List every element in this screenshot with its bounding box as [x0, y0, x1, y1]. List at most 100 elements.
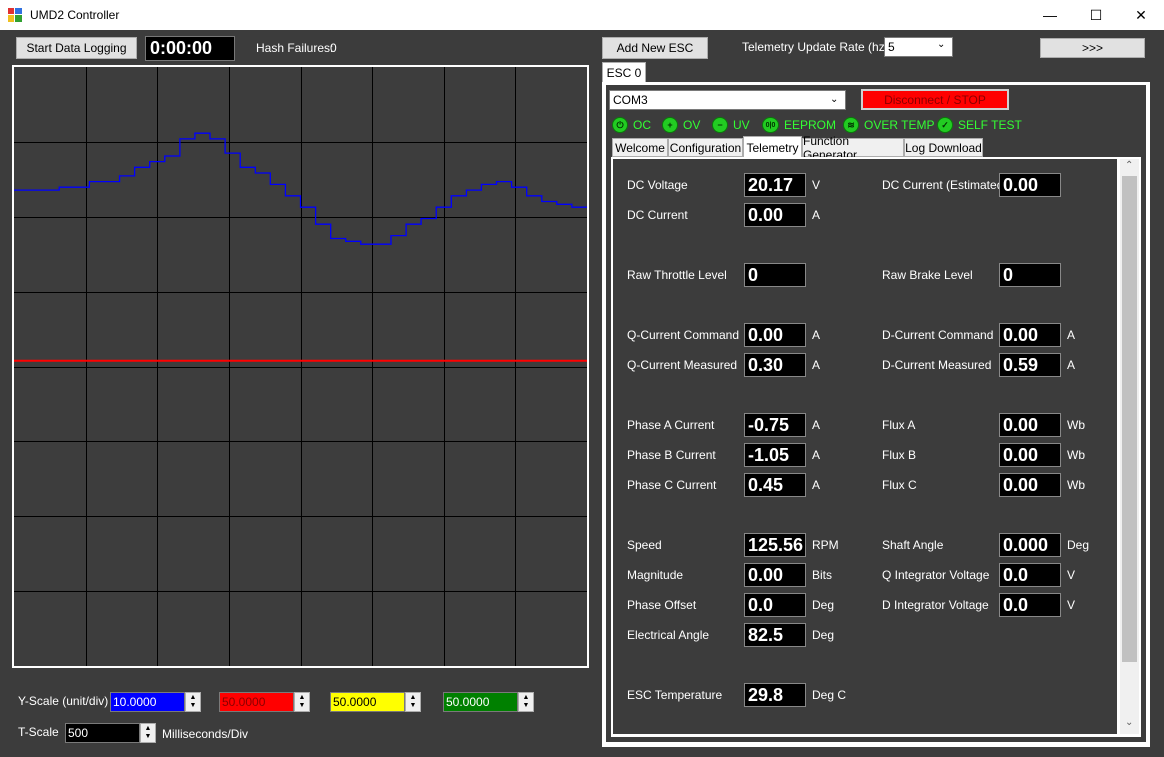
esc-temperature-unit: Deg C — [812, 688, 847, 702]
q-current-command-value: 0.00 — [744, 323, 806, 347]
spinner-icon[interactable]: ▲ ▼ — [405, 692, 421, 712]
speed-unit: RPM — [812, 538, 839, 552]
tab-log-download[interactable]: Log Download — [904, 138, 983, 157]
binary-icon: 0|0 — [762, 117, 779, 133]
yscale-input-1[interactable]: 10.0000 — [110, 692, 185, 712]
flux-c-label: Flux C — [882, 478, 917, 492]
raw-throttle-value: 0 — [744, 263, 806, 287]
dc-voltage-unit: V — [812, 178, 821, 192]
status-self-test: ✓ SELF TEST — [937, 116, 1022, 134]
flux-b-unit: Wb — [1067, 448, 1085, 462]
scroll-down-icon[interactable]: ⌄ — [1125, 717, 1133, 728]
logging-timer: 0:00:00 — [145, 36, 235, 61]
magnitude-value: 0.00 — [744, 563, 806, 587]
q-current-measured-unit: A — [812, 358, 821, 372]
esc-temperature-label: ESC Temperature — [627, 688, 723, 702]
q-current-command-unit: A — [812, 328, 821, 342]
title-bar: UMD2 Controller — ☐ ✕ — [0, 0, 1164, 30]
telemetry-rate-label: Telemetry Update Rate (hz): — [742, 40, 893, 54]
status-label: EEPROM — [784, 118, 837, 132]
d-current-measured-unit: A — [1067, 358, 1076, 372]
q-integrator-voltage-unit: V — [1067, 568, 1076, 582]
spinner-icon[interactable]: ▲ ▼ — [140, 723, 156, 743]
telemetry-rate-select[interactable]: 5 ⌄ — [884, 37, 953, 57]
status-eeprom: 0|0 EEPROM — [762, 116, 836, 134]
yscale-channel-1[interactable]: 10.0000 ▲ ▼ — [110, 692, 201, 712]
spinner-icon[interactable]: ▲ ▼ — [518, 692, 534, 712]
phase-c-current-value: 0.45 — [744, 473, 806, 497]
status-oc: ⏻ OC — [612, 116, 651, 134]
series-line-1 — [14, 132, 587, 245]
scroll-up-icon[interactable]: ⌃ — [1125, 160, 1133, 171]
dc-current-estimated-label: DC Current (Estimated) — [882, 178, 1008, 192]
d-current-measured-label: D-Current Measured — [882, 358, 992, 372]
chevron-down-icon: ⌄ — [830, 94, 839, 105]
shaft-angle-unit: Deg — [1067, 538, 1090, 552]
magnitude-label: Magnitude — [627, 568, 684, 582]
tab-telemetry[interactable]: Telemetry — [743, 136, 802, 158]
tscale-control[interactable]: 500 ▲ ▼ — [65, 723, 156, 743]
dc-current-value: 0.00 — [744, 203, 806, 227]
tscale-label: T-Scale — [18, 725, 59, 739]
flux-b-value: 0.00 — [999, 443, 1061, 467]
status-label: SELF TEST — [958, 118, 1022, 132]
yscale-input-3[interactable]: 50.0000 — [330, 692, 405, 712]
yscale-input-4[interactable]: 50.0000 — [443, 692, 518, 712]
tab-configuration[interactable]: Configuration — [668, 138, 743, 157]
spinner-icon[interactable]: ▲ ▼ — [185, 692, 201, 712]
tscale-unit: Milliseconds/Div — [162, 727, 249, 741]
raw-brake-label: Raw Brake Level — [882, 268, 973, 282]
d-integrator-voltage-label: D Integrator Voltage — [882, 598, 989, 612]
phase-c-current-unit: A — [812, 478, 821, 492]
telemetry-chart — [12, 65, 589, 668]
speed-value: 125.56 — [744, 533, 806, 557]
flux-a-value: 0.00 — [999, 413, 1061, 437]
status-ov: + OV — [662, 116, 700, 134]
maximize-button[interactable]: ☐ — [1073, 0, 1119, 30]
tscale-input[interactable]: 500 — [65, 723, 140, 743]
scrollbar-thumb[interactable] — [1122, 176, 1137, 662]
spinner-icon[interactable]: ▲ ▼ — [294, 692, 310, 712]
minimize-icon: — — [1043, 7, 1057, 23]
d-integrator-voltage-value: 0.0 — [999, 593, 1061, 617]
close-button[interactable]: ✕ — [1118, 0, 1164, 30]
dc-current-unit: A — [812, 208, 821, 222]
d-current-measured-value: 0.59 — [999, 353, 1061, 377]
yscale-channel-2[interactable]: 50.0000 ▲ ▼ — [219, 692, 310, 712]
speed-label: Speed — [627, 538, 662, 552]
tab-esc-0[interactable]: ESC 0 — [602, 62, 646, 83]
phase-b-current-unit: A — [812, 448, 821, 462]
tab-function-generator[interactable]: Function Generator — [802, 134, 904, 162]
check-icon: ✓ — [937, 117, 953, 133]
dc-current-label: DC Current — [627, 208, 688, 222]
dc-current-estimated-value: 0.00 — [999, 173, 1061, 197]
yscale-channel-3[interactable]: 50.0000 ▲ ▼ — [330, 692, 421, 712]
start-logging-button[interactable]: Start Data Logging — [16, 37, 137, 59]
power-icon: ⏻ — [612, 117, 628, 133]
disconnect-button[interactable]: Disconnect / STOP — [861, 89, 1009, 110]
chevron-down-icon: ⌄ — [937, 39, 946, 50]
add-esc-button[interactable]: Add New ESC — [602, 37, 708, 59]
expand-button[interactable]: >>> — [1040, 38, 1145, 58]
yscale-input-2[interactable]: 50.0000 — [219, 692, 294, 712]
flux-c-value: 0.00 — [999, 473, 1061, 497]
d-current-command-unit: A — [1067, 328, 1076, 342]
status-over-temp: ≋ OVER TEMP — [843, 116, 934, 134]
status-label: OVER TEMP — [864, 118, 935, 132]
phase-a-current-value: -0.75 — [744, 413, 806, 437]
tab-welcome[interactable]: Welcome — [612, 138, 668, 157]
phase-b-current-value: -1.05 — [744, 443, 806, 467]
yscale-channel-4[interactable]: 50.0000 ▲ ▼ — [443, 692, 534, 712]
heat-icon: ≋ — [843, 117, 859, 133]
dc-voltage-label: DC Voltage — [627, 178, 688, 192]
phase-offset-value: 0.0 — [744, 593, 806, 617]
minimize-button[interactable]: — — [1027, 0, 1073, 30]
q-current-measured-value: 0.30 — [744, 353, 806, 377]
telemetry-rate-value: 5 — [888, 40, 895, 54]
hash-failures-label: Hash Failures: — [256, 41, 334, 55]
raw-brake-value: 0 — [999, 263, 1061, 287]
close-icon: ✕ — [1135, 6, 1147, 23]
esc-temperature-value: 29.8 — [744, 683, 806, 707]
com-port-select[interactable]: COM3 ⌄ — [609, 90, 846, 110]
phase-a-current-label: Phase A Current — [627, 418, 715, 432]
